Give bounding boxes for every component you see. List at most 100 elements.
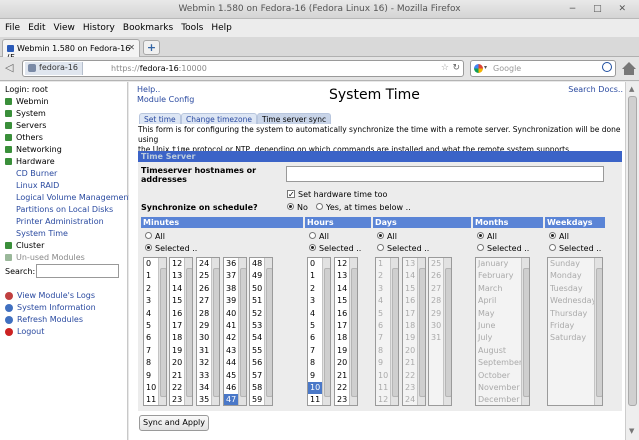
google-engine-icon[interactable] [474, 64, 483, 73]
menu-file[interactable]: File [0, 19, 23, 33]
list-scrollbar[interactable] [349, 258, 357, 405]
minutes-all-radio[interactable] [145, 232, 152, 239]
module-printer-admin[interactable]: Printer Administration [16, 217, 104, 226]
category-cluster[interactable]: Cluster [5, 241, 44, 250]
list-scrollbar[interactable] [211, 258, 219, 405]
list-scrollbar[interactable] [594, 258, 602, 405]
view-module-logs-link[interactable]: View Module's Logs [5, 291, 95, 300]
menu-bookmarks[interactable]: Bookmarks [118, 19, 176, 33]
list-scrollbar[interactable] [158, 258, 166, 405]
category-webmin[interactable]: Webmin [5, 97, 49, 106]
days-list-2[interactable]: 13 14 15 16 17 18 19 20 21 22 23 24 [402, 257, 426, 406]
bookmark-star-icon[interactable]: ☆ [441, 63, 449, 73]
sync-and-apply-button[interactable]: Sync and Apply [139, 415, 209, 431]
days-all-radio[interactable] [377, 232, 384, 239]
hostnames-input[interactable] [286, 166, 604, 182]
days-selected-radio[interactable] [377, 244, 384, 251]
days-selected-option[interactable]: Selected .. [377, 244, 429, 253]
search-bar[interactable]: ▾ Google [470, 60, 616, 77]
minutes-selected-option[interactable]: Selected .. [145, 244, 197, 253]
sync-no-option[interactable]: No [287, 203, 308, 212]
system-information-link[interactable]: System Information [5, 303, 96, 312]
minutes-selected-radio[interactable] [145, 244, 152, 251]
days-all-option[interactable]: All [377, 232, 397, 241]
set-hardware-time-checkbox[interactable]: ✓ [287, 189, 295, 198]
list-scrollbar[interactable] [184, 258, 192, 405]
minutes-list-2[interactable]: 12 13 14 15 16 17 18 19 20 21 22 23 [169, 257, 193, 406]
tab-set-time[interactable]: Set time [139, 113, 181, 124]
site-identity-button[interactable]: fedora-16 [25, 62, 83, 75]
list-scrollbar[interactable] [238, 258, 246, 405]
days-list-1[interactable]: 1 2 3 4 5 6 7 8 9 10 11 12 [375, 257, 399, 406]
weekdays-all-option[interactable]: All [549, 232, 569, 241]
hours-selected-radio[interactable] [309, 244, 316, 251]
sync-yes-radio[interactable] [316, 203, 323, 210]
scroll-up-icon[interactable]: ▲ [629, 85, 634, 93]
window-controls[interactable]: − □ ✕ [569, 4, 633, 14]
hours-all-radio[interactable] [309, 232, 316, 239]
close-tab-icon[interactable]: ✕ [128, 43, 135, 52]
browser-tab[interactable]: Webmin 1.580 on Fedora-16 (F... ✕ [2, 39, 140, 62]
weekdays-all-radio[interactable] [549, 232, 556, 239]
menu-tools[interactable]: Tools [176, 19, 206, 33]
minutes-list-1[interactable]: 0 1 2 3 4 5 6 7 8 9 10 11 [143, 257, 167, 406]
refresh-modules-link[interactable]: Refresh Modules [5, 315, 83, 324]
module-search-input[interactable] [36, 264, 119, 278]
list-scrollbar[interactable] [390, 258, 398, 405]
help-link[interactable]: Help.. [137, 85, 160, 94]
reload-icon[interactable]: ↻ [452, 63, 460, 73]
months-list[interactable]: January February March April May June July Augu… [475, 257, 530, 406]
main-scrollbar[interactable]: ▲ ▼ [625, 82, 639, 440]
months-selected-option[interactable]: Selected .. [477, 244, 529, 253]
module-linux-raid[interactable]: Linux RAID [16, 181, 59, 190]
module-config-link[interactable]: Module Config [137, 95, 194, 104]
days-list-3[interactable]: 25 26 27 28 29 30 31 [428, 257, 452, 406]
menu-edit[interactable]: Edit [23, 19, 48, 33]
hours-list-2[interactable]: 12 13 14 15 16 17 18 19 20 21 22 23 [334, 257, 358, 406]
list-scrollbar[interactable] [264, 258, 272, 405]
scroll-down-icon[interactable]: ▼ [629, 427, 634, 435]
sync-yes-option[interactable]: Yes, at times below .. [316, 203, 411, 212]
months-all-option[interactable]: All [477, 232, 497, 241]
module-lvm[interactable]: Logical Volume Management [16, 193, 132, 202]
category-system[interactable]: System [5, 109, 46, 118]
module-partitions[interactable]: Partitions on Local Disks [16, 205, 113, 214]
list-scrollbar[interactable] [322, 258, 330, 405]
sync-no-radio[interactable] [287, 203, 294, 210]
logout-link[interactable]: Logout [5, 327, 44, 336]
engine-dropdown-icon[interactable]: ▾ [484, 64, 487, 71]
search-icon[interactable] [602, 62, 612, 72]
category-unused[interactable]: Un-used Modules [5, 253, 85, 262]
minutes-list-4[interactable]: 36 37 38 39 40 41 42 43 44 45 46 47 [223, 257, 247, 406]
minutes-list-5[interactable]: 48 49 50 51 52 53 54 55 56 57 58 59 [249, 257, 273, 406]
hours-all-option[interactable]: All [309, 232, 329, 241]
weekdays-selected-radio[interactable] [549, 244, 556, 251]
menu-view[interactable]: View [49, 19, 78, 33]
months-all-radio[interactable] [477, 232, 484, 239]
minutes-list-3[interactable]: 24 25 26 27 28 29 30 31 32 33 34 35 [196, 257, 220, 406]
weekdays-selected-option[interactable]: Selected .. [549, 244, 601, 253]
tab-change-timezone[interactable]: Change timezone [181, 113, 257, 124]
module-system-time[interactable]: System Time [16, 229, 68, 238]
hours-list-1[interactable]: 0 1 2 3 4 5 6 7 8 9 10 11 [307, 257, 331, 406]
scroll-thumb[interactable] [628, 96, 637, 406]
category-hardware[interactable]: Hardware [5, 157, 55, 166]
menu-history[interactable]: History [78, 19, 118, 33]
search-docs-link[interactable]: Search Docs.. [568, 85, 623, 94]
hours-selected-option[interactable]: Selected .. [309, 244, 361, 253]
home-icon[interactable] [622, 62, 636, 69]
weekdays-list[interactable]: Sunday Monday Tuesday Wednesday Thursday Frid… [547, 257, 603, 406]
url-bar[interactable]: fedora-16 https://fedora-16:10000 ☆ ↻ [22, 60, 464, 77]
menu-help[interactable]: Help [206, 19, 235, 33]
minutes-all-option[interactable]: All [145, 232, 165, 241]
list-scrollbar[interactable] [417, 258, 425, 405]
category-networking[interactable]: Networking [5, 145, 62, 154]
list-scrollbar[interactable] [443, 258, 451, 405]
new-tab-button[interactable]: + [143, 40, 160, 55]
set-hardware-time-option[interactable]: ✓ Set hardware time too [287, 189, 387, 199]
months-selected-radio[interactable] [477, 244, 484, 251]
list-scrollbar[interactable] [521, 258, 529, 405]
category-servers[interactable]: Servers [5, 121, 46, 130]
category-others[interactable]: Others [5, 133, 43, 142]
module-cd-burner[interactable]: CD Burner [16, 169, 57, 178]
